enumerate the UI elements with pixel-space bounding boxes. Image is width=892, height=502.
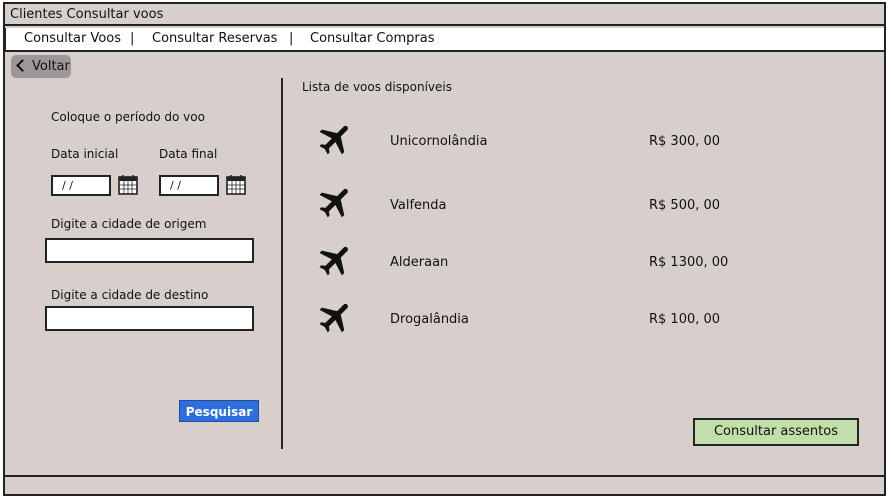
calendar-icon[interactable]	[226, 174, 246, 195]
start-date-label: Data inicial	[51, 147, 119, 161]
menu-item-consultar-voos[interactable]: Consultar Voos	[24, 28, 121, 50]
flight-price: R$ 1300, 00	[649, 255, 729, 270]
app-window: Clientes Consultar voos Consultar Voos |…	[3, 2, 886, 496]
airplane-icon	[319, 125, 348, 155]
flight-destination[interactable]: Unicornolândia	[390, 134, 487, 149]
status-bar-divider	[5, 475, 884, 477]
back-button-label: Voltar	[32, 59, 70, 74]
menu-separator: |	[130, 31, 135, 46]
end-date-label: Data final	[159, 147, 218, 161]
airplane-icon	[319, 188, 348, 218]
flight-destination[interactable]: Alderaan	[390, 255, 448, 270]
back-button[interactable]: Voltar	[11, 55, 71, 78]
start-date-field[interactable]: / /	[51, 175, 111, 196]
flight-destination[interactable]: Drogalândia	[390, 312, 469, 327]
destination-label: Digite a cidade de destino	[51, 288, 209, 302]
flight-price: R$ 500, 00	[649, 198, 721, 213]
airplane-icon	[319, 303, 348, 333]
flight-price: R$ 100, 00	[649, 312, 721, 327]
period-label: Coloque o período do voo	[51, 110, 205, 124]
panel-divider	[281, 78, 283, 449]
origin-label: Digite a cidade de origem	[51, 217, 207, 231]
search-button[interactable]: Pesquisar	[179, 400, 259, 422]
consult-seats-button[interactable]: Consultar assentos	[693, 418, 859, 446]
flight-price: R$ 300, 00	[649, 134, 721, 149]
destination-city-input[interactable]	[45, 306, 254, 331]
flights-list-title: Lista de voos disponíveis	[302, 80, 452, 94]
menu-item-consultar-compras[interactable]: Consultar Compras	[310, 28, 434, 50]
end-date-field[interactable]: / /	[159, 175, 219, 196]
flight-destination[interactable]: Valfenda	[390, 198, 447, 213]
menu-separator: |	[289, 31, 294, 46]
menu-item-consultar-reservas[interactable]: Consultar Reservas	[152, 28, 277, 50]
menu-bar: Consultar Voos | Consultar Reservas | Co…	[5, 28, 884, 52]
origin-city-input[interactable]	[45, 238, 254, 263]
window-title: Clientes Consultar voos	[5, 4, 884, 26]
chevron-left-icon	[16, 59, 29, 72]
airplane-icon	[319, 246, 348, 276]
calendar-icon[interactable]	[118, 174, 138, 195]
